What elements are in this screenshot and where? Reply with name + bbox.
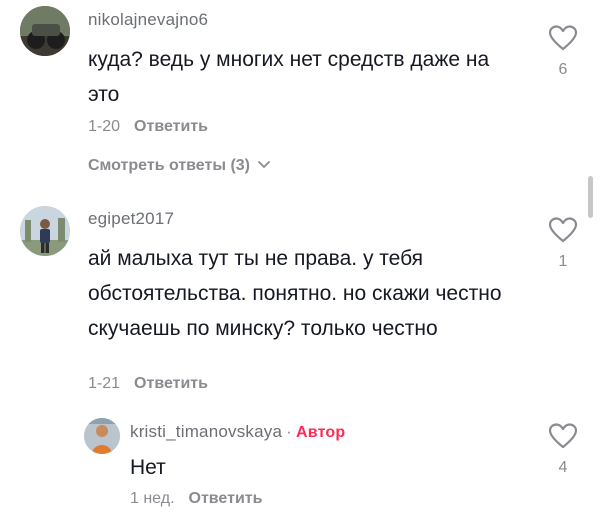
reply-button[interactable]: Ответить <box>189 490 263 507</box>
reply-button[interactable]: Ответить <box>134 375 208 392</box>
comment-username[interactable]: nikolajnevajno6 <box>88 10 208 30</box>
scrollbar[interactable] <box>588 176 593 218</box>
comment-time: 1-21 <box>88 375 121 392</box>
like-count: 1 <box>558 253 568 270</box>
heart-outline-icon <box>548 423 578 449</box>
like-button[interactable]: 1 <box>543 216 583 271</box>
avatar-image <box>20 206 70 256</box>
like-button[interactable]: 4 <box>543 422 583 477</box>
like-button[interactable]: 6 <box>543 24 583 79</box>
avatar-image <box>20 6 70 56</box>
comment-text: Нет <box>130 456 166 479</box>
comment-meta: 1 нед. Ответить <box>130 490 262 508</box>
like-count: 4 <box>558 459 568 476</box>
avatar[interactable] <box>20 206 70 256</box>
comment-username[interactable]: egipet2017 <box>88 209 174 229</box>
comment-time: 1-20 <box>88 118 121 135</box>
comment-text: куда? ведь у многих нет средств даже на … <box>88 48 496 106</box>
comment-meta: 1-20 Ответить <box>88 118 208 136</box>
avatar-image <box>84 418 120 454</box>
author-badge: Автор <box>296 424 346 441</box>
view-replies-button[interactable]: Смотреть ответы (3) <box>88 157 271 175</box>
separator-dot: · <box>286 422 293 441</box>
avatar[interactable] <box>20 6 70 56</box>
avatar[interactable] <box>84 418 120 454</box>
comment-time: 1 нед. <box>130 490 175 507</box>
heart-outline-icon <box>548 217 578 243</box>
reply-header: kristi_timanovskaya · Автор <box>130 422 345 442</box>
comment-username[interactable]: kristi_timanovskaya <box>130 422 282 441</box>
comment-text: ай малыха тут ты не права. у тебя обстоя… <box>88 247 508 340</box>
view-replies-label: Смотреть ответы (3) <box>88 157 250 174</box>
chevron-down-icon <box>258 161 271 168</box>
heart-outline-icon <box>548 25 578 51</box>
like-count: 6 <box>558 61 568 78</box>
reply-button[interactable]: Ответить <box>134 118 208 135</box>
comment-meta: 1-21 Ответить <box>88 375 208 393</box>
